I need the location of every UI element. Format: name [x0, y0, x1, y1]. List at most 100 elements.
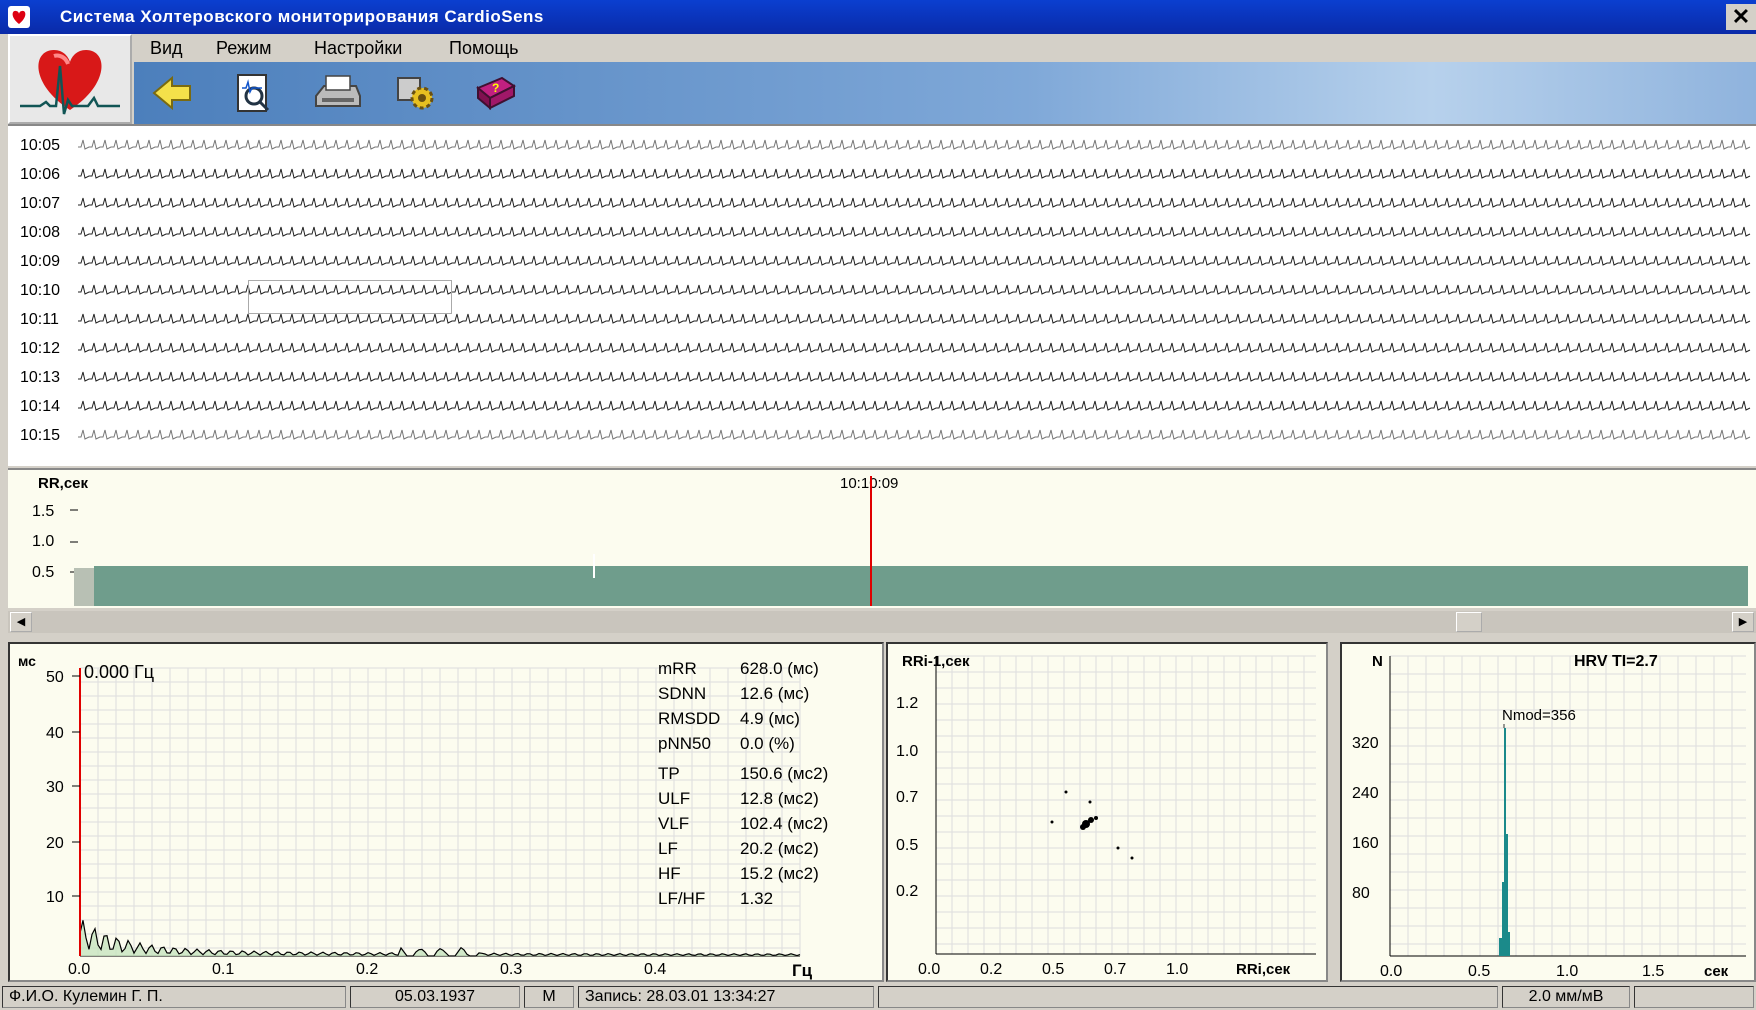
histogram-bars	[1499, 724, 1510, 956]
status-patient-name: Ф.И.О. Кулемин Г. П.	[2, 986, 346, 1008]
stat-value: 20.2 (мс2)	[740, 839, 819, 858]
scatter-points	[1050, 790, 1134, 860]
histogram-y-tick: 80	[1352, 885, 1370, 902]
spectrum-unit: мс	[18, 653, 36, 669]
magnifier-document-icon[interactable]	[232, 72, 276, 114]
app-icon[interactable]	[8, 6, 30, 28]
rr-axis-label: RR,сек	[38, 475, 89, 492]
heart-ecg-icon	[20, 50, 120, 115]
selection-rectangle[interactable]	[248, 280, 452, 314]
spectrum-x-tick: 0.2	[356, 961, 378, 978]
spectrum-x-tick: 0.1	[212, 961, 234, 978]
stat-name: TP	[658, 764, 680, 783]
histogram-x-tick: 0.5	[1468, 963, 1490, 980]
window-title: Система Холтеровского мониторирования Ca…	[60, 7, 544, 26]
scatter-x-tick: 0.2	[980, 961, 1002, 978]
stat-name: pNN50	[658, 734, 711, 753]
scatter-x-tick: 0.0	[918, 961, 940, 978]
histogram-y-tick: 320	[1352, 735, 1379, 752]
printer-icon[interactable]	[312, 72, 361, 114]
histogram-x-unit: сек	[1704, 963, 1729, 980]
close-button[interactable]: ✕	[1726, 4, 1756, 30]
spectrum-panel[interactable]: мс 0.000 Гц 50 40 30 20 10 0.0 0.1 0.2 0.3 0.4 Г…	[8, 642, 884, 982]
stat-value: 102.4 (мс2)	[740, 814, 828, 833]
svg-text:?: ?	[492, 81, 499, 95]
stat-name: LF/HF	[658, 889, 705, 908]
stat-name: VLF	[658, 814, 689, 833]
scroll-right-button[interactable]: ▶	[1732, 612, 1754, 632]
spectrum-cursor-label: 0.000 Гц	[84, 662, 154, 682]
stat-value: 150.6 (мс2)	[740, 764, 828, 783]
rr-cursor-time: 10:10:09	[840, 475, 898, 492]
status-record: Запись: 28.03.01 13:34:27	[578, 986, 874, 1008]
stat-name: RMSDD	[658, 709, 720, 728]
menu-mode[interactable]: Режим	[216, 38, 272, 59]
ecg-trace	[78, 168, 1751, 179]
scatter-x-label: RRi,сек	[1236, 961, 1291, 978]
rr-trend-area	[94, 566, 1748, 606]
spectrum-y-tick: 30	[46, 779, 64, 796]
title-bar: Система Холтеровского мониторирования Ca…	[0, 0, 1756, 34]
stat-value: 12.8 (мс2)	[740, 789, 819, 808]
menu-help[interactable]: Помощь	[449, 38, 519, 59]
scatter-y-tick: 0.7	[896, 789, 918, 806]
histogram-y-tick: 160	[1352, 835, 1379, 852]
stat-name: HF	[658, 864, 681, 883]
histogram-y-label: N	[1372, 653, 1383, 670]
ecg-trace	[78, 197, 1751, 208]
horizontal-scrollbar[interactable]: ◀ ▶	[8, 611, 1756, 633]
settings-gear-icon[interactable]	[394, 72, 438, 114]
spectrum-x-tick: 0.3	[500, 961, 522, 978]
scatter-x-tick: 1.0	[1166, 961, 1188, 978]
status-bar: Ф.И.О. Кулемин Г. П. 05.03.1937 М Запись…	[0, 984, 1756, 1010]
ecg-trace	[78, 342, 1751, 353]
scatter-y-tick: 1.2	[896, 695, 918, 712]
status-scale: 2.0 мм/мВ	[1502, 986, 1630, 1008]
histogram-mode-label: Nmod=356	[1502, 707, 1576, 724]
spectrum-y-tick: 40	[46, 725, 64, 742]
menu-bar: Вид Режим Настройки Помощь	[134, 34, 1756, 62]
stat-value: 628.0 (мс)	[740, 659, 819, 678]
status-empty-2	[1634, 986, 1754, 1008]
histogram-x-tick: 1.0	[1556, 963, 1578, 980]
back-arrow-icon[interactable]	[150, 72, 194, 114]
scroll-left-button[interactable]: ◀	[10, 612, 32, 632]
ecg-trace	[78, 400, 1751, 411]
stat-value: 0.0 (%)	[740, 734, 795, 753]
stat-name: SDNN	[658, 684, 706, 703]
scroll-thumb[interactable]	[1456, 612, 1482, 632]
histogram-x-tick: 0.0	[1380, 963, 1402, 980]
ecg-trace	[78, 255, 1751, 266]
ecg-trace	[78, 313, 1751, 324]
rr-tick-0-5: 0.5	[32, 564, 54, 581]
stat-name: LF	[658, 839, 678, 858]
ecg-trace	[78, 371, 1751, 382]
ecg-trace	[78, 139, 1751, 150]
stat-value: 12.6 (мс)	[740, 684, 809, 703]
status-empty	[878, 986, 1498, 1008]
cardiosens-logo	[8, 34, 132, 124]
status-sex: М	[524, 986, 574, 1008]
spectrum-y-tick: 20	[46, 835, 64, 852]
help-book-icon[interactable]: ?	[474, 72, 518, 114]
ecg-trace	[78, 226, 1751, 237]
scatterogram-panel[interactable]: RRi-1,сек RRi,сек 1.2 1.0 0.7 0.5 0.2 0.0 0.2…	[886, 642, 1328, 982]
spectrum-x-unit: Гц	[792, 961, 813, 980]
rr-trend-panel[interactable]: RR,сек 10:10:09 1.5 1.0 0.5	[8, 468, 1756, 608]
rr-tick-1-5: 1.5	[32, 503, 54, 520]
histogram-panel[interactable]: N HRV TI=2.7 Nmod=356 320 240 160 80 0.0 0.5…	[1340, 642, 1756, 982]
histogram-title: HRV TI=2.7	[1574, 653, 1658, 670]
menu-settings[interactable]: Настройки	[314, 38, 402, 59]
histogram-y-tick: 240	[1352, 785, 1379, 802]
histogram-x-tick: 1.5	[1642, 963, 1664, 980]
ecg-trace	[78, 429, 1751, 440]
ecg-overview-panel[interactable]: 10:05 10:06 10:07 10:08 10:09 10:10 10:11 10:12…	[8, 124, 1756, 466]
rr-trend-start	[74, 568, 94, 606]
scatter-y-tick: 0.2	[896, 883, 918, 900]
scatter-y-label: RRi-1,сек	[902, 653, 970, 670]
spectrum-y-tick: 10	[46, 889, 64, 906]
menu-view[interactable]: Вид	[150, 38, 183, 59]
scatter-x-tick: 0.5	[1042, 961, 1064, 978]
scatter-y-tick: 1.0	[896, 743, 918, 760]
rr-tick-1-0: 1.0	[32, 533, 54, 550]
